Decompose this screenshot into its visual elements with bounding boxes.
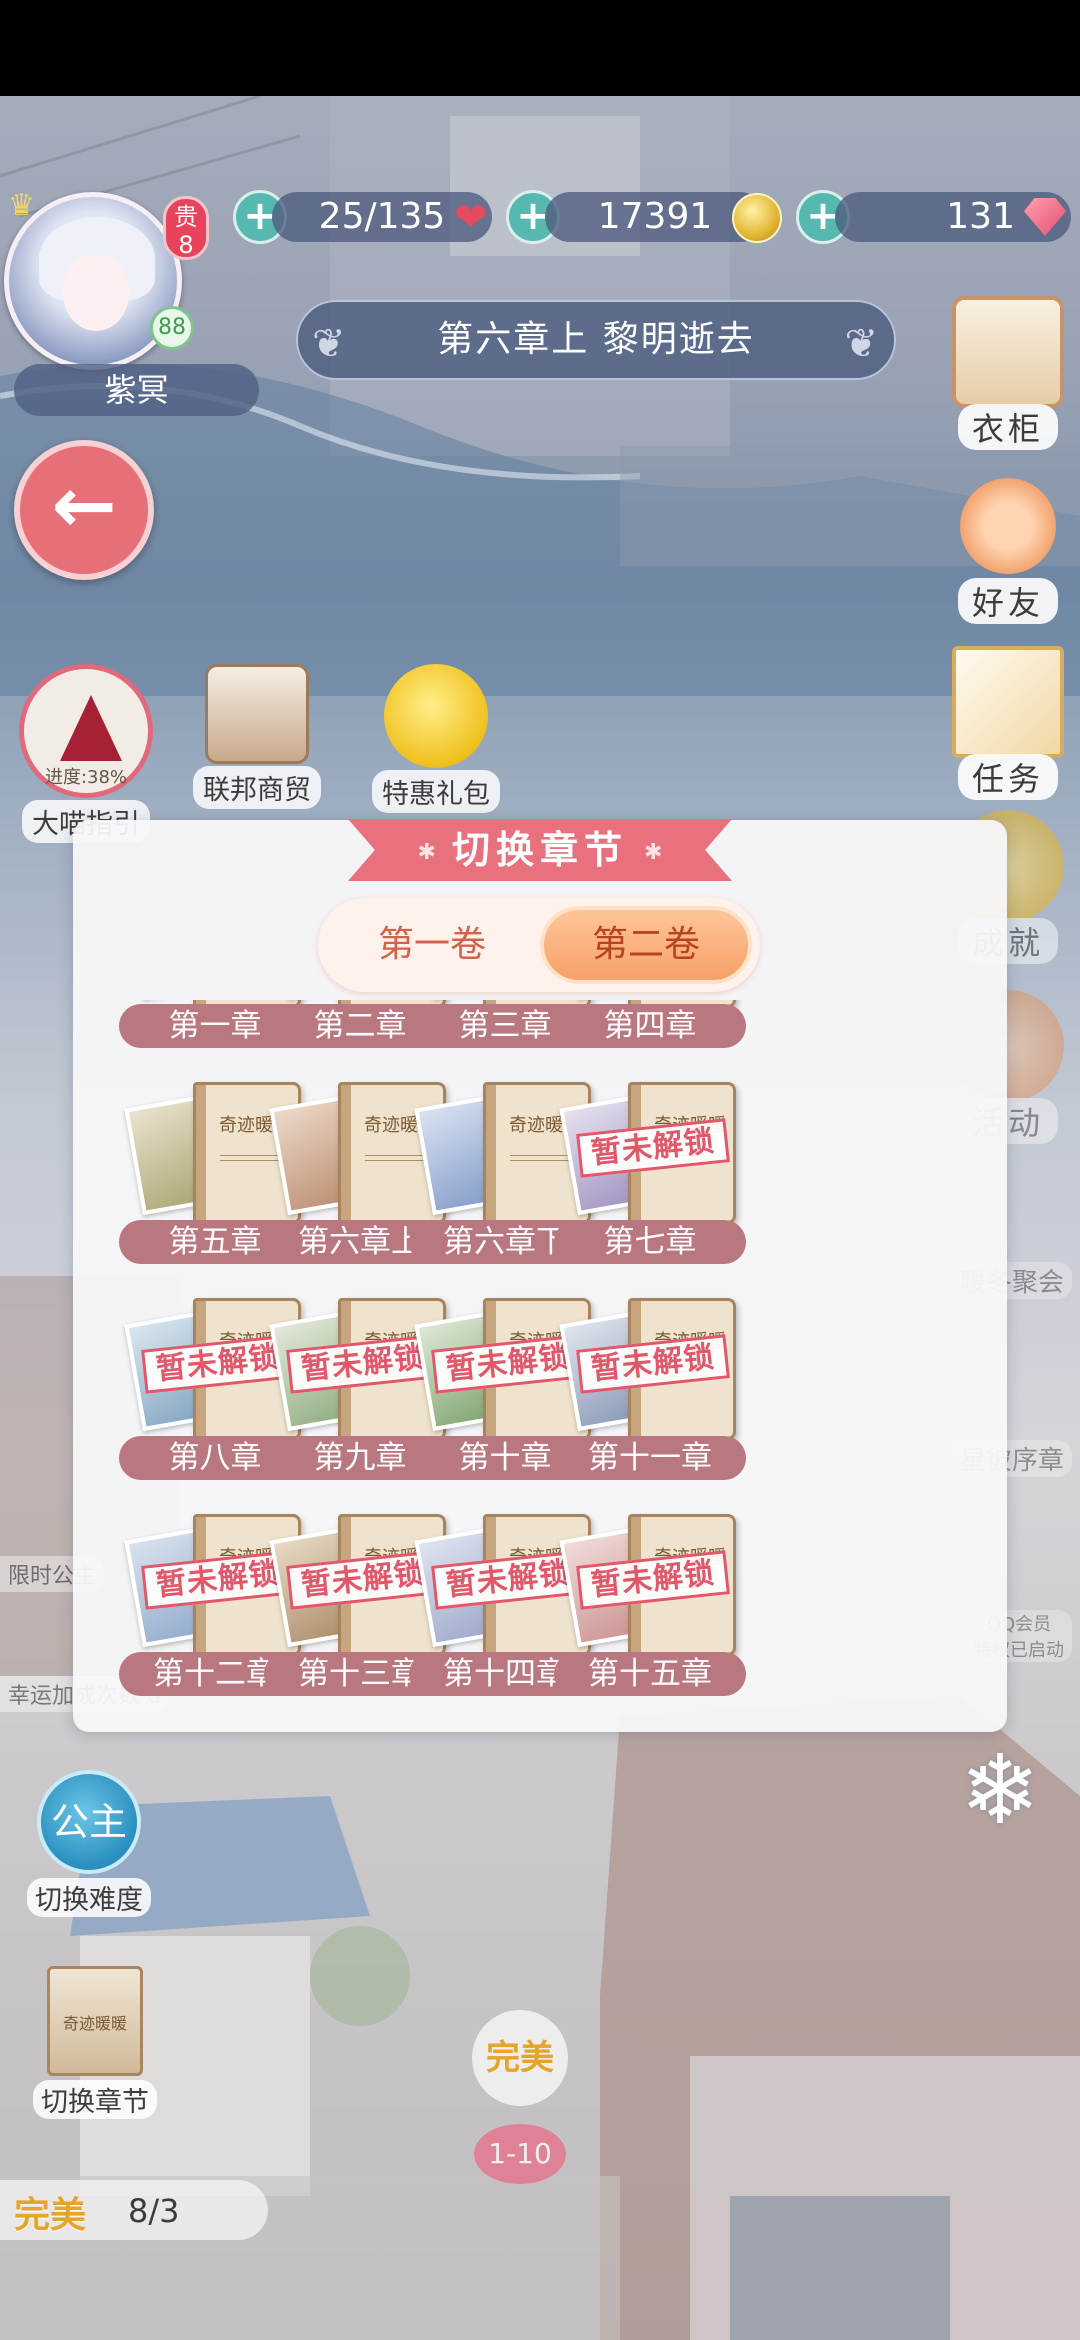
cape-icon: 进度:38% [19, 664, 153, 798]
guide-progress: 进度:38% [44, 767, 128, 788]
player-name: 紫冥 [14, 364, 259, 416]
chapter-card[interactable]: 奇迹暖暖暂未解锁第十五章 [554, 1510, 750, 1700]
chapter-grid[interactable]: 奇迹暖暖第一章奇迹暖暖第二章奇迹暖暖第三章奇迹暖暖第四章奇迹暖暖第五章奇迹暖暖第… [73, 1000, 1007, 1720]
switch-chapter-button[interactable]: 奇迹暖暖 切换章节 [20, 1966, 170, 2119]
wardrobe-label: 衣柜 [957, 404, 1058, 450]
chapter-card[interactable]: 奇迹暖暖第四章 [554, 1000, 750, 1052]
star-left-icon: ✱ [417, 839, 436, 865]
tab-volume-1[interactable]: 第一卷 [326, 906, 538, 984]
federation-trade-button[interactable]: 联邦商贸 [192, 664, 322, 809]
tasks-button[interactable]: 任务 [944, 646, 1072, 800]
perfect-count: 8/3 [128, 2192, 180, 2230]
coin-icon [732, 193, 782, 243]
back-button[interactable]: ← [14, 440, 154, 580]
chapter-name: 第七章 [554, 1220, 746, 1264]
chapter-name: 第四章 [554, 1004, 746, 1048]
back-arrow-icon: ← [51, 461, 117, 551]
trade-label: 联邦商贸 [193, 766, 321, 809]
snowflake-icon[interactable]: ❄ [950, 1740, 1050, 1840]
switch-difficulty-button[interactable]: 公主 切换难度 [24, 1770, 154, 1917]
cape-shape [60, 695, 122, 761]
stage-marker[interactable]: 完美 1-10 [470, 2010, 570, 2184]
chapter-switch-label: 切换章节 [33, 2080, 157, 2119]
status-bar [0, 0, 1080, 96]
chapter-name: 第十一章 [554, 1436, 746, 1480]
avatar-face [63, 255, 129, 331]
vip-value: 8 [178, 231, 194, 259]
chapter-name: 第十五章 [554, 1652, 746, 1696]
swirl-right-icon: ❦ [844, 321, 880, 367]
friends-icon [952, 470, 1064, 582]
chick-icon [384, 664, 488, 768]
vip-badge: 贵 8 [163, 196, 209, 260]
current-chapter-title: 第六章上 黎明逝去 [437, 319, 755, 360]
difficulty-icon: 公主 [37, 1770, 141, 1874]
chapter-card[interactable]: 奇迹暖暖暂未解锁第七章 [554, 1078, 750, 1268]
tasks-label: 任务 [957, 754, 1058, 800]
vip-label: 贵 [174, 203, 198, 231]
current-chapter-banner: ❦ 第六章上 黎明逝去 ❦ [296, 300, 896, 380]
wardrobe-icon [952, 296, 1064, 408]
crown-icon: ♛ [8, 188, 35, 223]
friends-button[interactable]: 好友 [944, 470, 1072, 624]
perfect-label: 完美 [14, 2195, 87, 2236]
perfect-badge: 完美 [472, 2010, 568, 2106]
gift-label: 特惠礼包 [372, 770, 500, 813]
book-icon [952, 646, 1064, 758]
chapter-book-icon: 奇迹暖暖 [47, 1966, 143, 2076]
dialog-title: ✱ 切换章节 ✱ [348, 819, 732, 881]
wardrobe-button[interactable]: 衣柜 [944, 296, 1072, 450]
guide-button[interactable]: 进度:38% 大喵指引 [16, 664, 156, 843]
star-right-icon: ✱ [644, 839, 663, 865]
perfect-progress: 完美 8/3 [0, 2180, 268, 2240]
stage-number: 1-10 [474, 2124, 566, 2184]
volume-tabs: 第一卷 第二卷 [318, 898, 760, 992]
friends-label: 好友 [957, 578, 1058, 624]
gift-box-icon [205, 664, 309, 764]
chapter-card[interactable]: 奇迹暖暖暂未解锁第十一章 [554, 1294, 750, 1484]
difficulty-label: 切换难度 [27, 1878, 151, 1917]
tab-volume-2[interactable]: 第二卷 [540, 906, 752, 984]
swirl-left-icon: ❦ [312, 321, 348, 367]
special-pack-button[interactable]: 特惠礼包 [366, 664, 506, 813]
player-level-badge: 88 [150, 306, 194, 350]
dialog-title-text: 切换章节 [451, 828, 628, 872]
heart-icon: ❤ [454, 195, 488, 241]
